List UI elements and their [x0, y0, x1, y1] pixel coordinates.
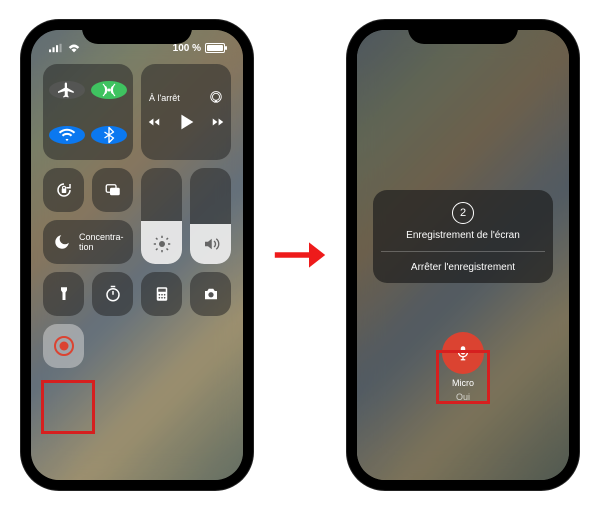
bluetooth-toggle[interactable]: [91, 126, 127, 144]
recording-title: Enregistrement de l'écran: [381, 230, 545, 241]
focus-label: Concentra- tion: [79, 232, 124, 252]
mirroring-icon: [104, 181, 122, 199]
arrow-icon: [273, 237, 327, 273]
screen-record-button[interactable]: [43, 324, 84, 368]
moon-icon: [53, 233, 71, 251]
countdown-circle: 2: [452, 202, 474, 224]
record-icon: [52, 334, 76, 358]
stop-recording-label: Arrêter l'enregistrement: [411, 262, 515, 273]
battery-icon: [205, 43, 225, 53]
airplay-icon[interactable]: [209, 91, 223, 105]
antenna-icon: [100, 81, 118, 99]
wifi-icon: [58, 126, 76, 144]
calculator-icon: [153, 285, 171, 303]
microphone-button[interactable]: [442, 332, 484, 374]
screen-left: 100 %: [31, 30, 243, 480]
volume-slider[interactable]: [190, 168, 231, 264]
media-controls: [147, 111, 225, 133]
notch: [408, 20, 518, 44]
cellular-toggle[interactable]: [91, 81, 127, 99]
rotation-lock-icon: [55, 181, 73, 199]
volume-icon: [190, 235, 231, 256]
mic-label: Micro: [452, 378, 474, 388]
countdown-value: 2: [460, 207, 466, 219]
focus-button[interactable]: Concentra- tion: [43, 220, 133, 264]
microphone-icon: [454, 344, 472, 362]
camera-icon: [202, 285, 220, 303]
airplane-toggle[interactable]: [49, 81, 85, 99]
statusbar-left: [49, 38, 81, 58]
mic-state: Oui: [456, 392, 470, 402]
stop-recording-button[interactable]: Arrêter l'enregistrement: [381, 251, 545, 283]
brightness-icon: [141, 235, 182, 256]
cellular-icon: [49, 41, 63, 55]
control-center-grid: À l'arrêt: [43, 64, 231, 468]
notch: [82, 20, 192, 44]
wifi-toggle[interactable]: [49, 126, 85, 144]
calculator-button[interactable]: [141, 272, 182, 316]
prev-icon[interactable]: [147, 115, 161, 129]
flashlight-button[interactable]: [43, 272, 84, 316]
timer-icon: [104, 285, 122, 303]
bluetooth-icon: [100, 126, 118, 144]
flashlight-icon: [55, 285, 73, 303]
iphone-left: 100 %: [21, 20, 253, 490]
media-title: À l'arrêt: [149, 93, 180, 103]
airplane-icon: [58, 81, 76, 99]
iphone-right: 2 Enregistrement de l'écran Arrêter l'en…: [347, 20, 579, 490]
brightness-slider[interactable]: [141, 168, 182, 264]
connectivity-module[interactable]: [43, 64, 133, 160]
camera-button[interactable]: [190, 272, 231, 316]
wifi-icon: [67, 41, 81, 55]
play-icon[interactable]: [175, 111, 197, 133]
recording-panel: 2 Enregistrement de l'écran Arrêter l'en…: [373, 190, 553, 283]
media-module[interactable]: À l'arrêt: [141, 64, 231, 160]
screen-mirroring-button[interactable]: [92, 168, 133, 212]
rotation-lock-button[interactable]: [43, 168, 84, 212]
microphone-control: Micro Oui: [442, 332, 484, 402]
battery-percent: 100 %: [173, 43, 201, 54]
arrow-right: [273, 237, 327, 273]
screen-right: 2 Enregistrement de l'écran Arrêter l'en…: [357, 30, 569, 480]
timer-button[interactable]: [92, 272, 133, 316]
next-icon[interactable]: [211, 115, 225, 129]
